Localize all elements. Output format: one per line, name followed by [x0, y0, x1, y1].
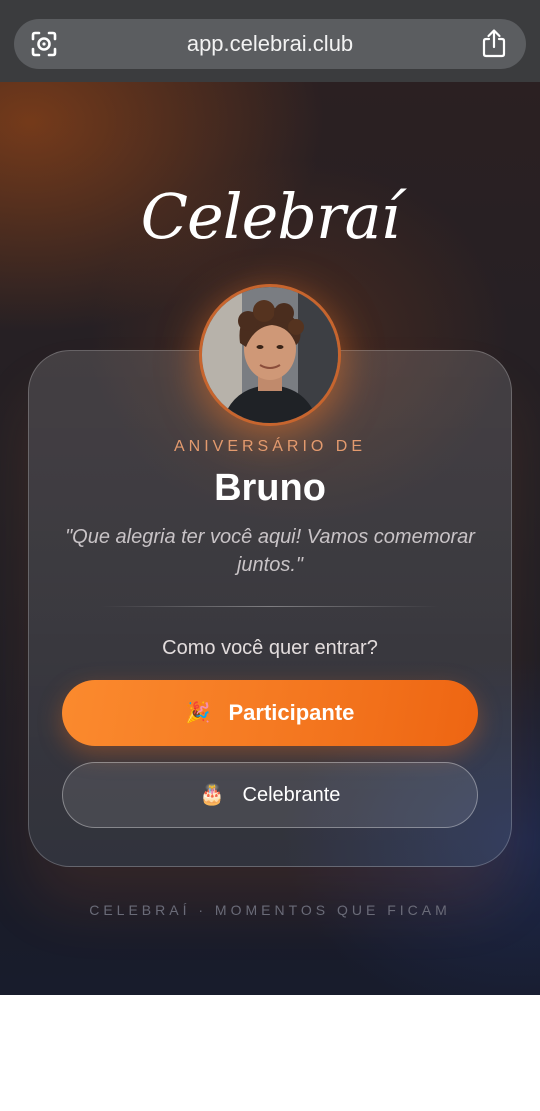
- footer-tagline: CELEBRAÍ · MOMENTOS QUE FICAM: [89, 902, 451, 918]
- party-popper-icon: 🎉: [185, 702, 211, 724]
- lens-icon[interactable]: [30, 30, 58, 58]
- participant-button[interactable]: 🎉 Participante: [62, 680, 478, 746]
- avatar: [199, 284, 341, 426]
- celebrant-button[interactable]: 🎂 Celebrante: [62, 762, 478, 828]
- url-text[interactable]: app.celebrai.club: [14, 19, 526, 69]
- participant-button-label: Participante: [228, 700, 355, 725]
- browser-toolbar: app.celebrai.club: [0, 0, 540, 82]
- logo: Celebraí: [140, 180, 401, 253]
- divider: [100, 606, 440, 607]
- celebrant-name: Bruno: [214, 467, 326, 509]
- address-bar[interactable]: app.celebrai.club: [14, 19, 526, 69]
- avatar-photo: [202, 287, 338, 423]
- welcome-quote: "Que alegria ter você aqui! Vamos comemo…: [65, 526, 475, 576]
- entry-prompt: Como você quer entrar?: [162, 637, 378, 659]
- share-icon[interactable]: [480, 28, 508, 58]
- celebrant-button-label: Celebrante: [242, 783, 341, 806]
- event-type-label: ANIVERSÁRIO DE: [173, 438, 367, 455]
- page-content: Celebraí ANIVERSÁRIO DE Bruno "Que alegr…: [0, 82, 540, 995]
- cake-icon: 🎂: [199, 784, 225, 806]
